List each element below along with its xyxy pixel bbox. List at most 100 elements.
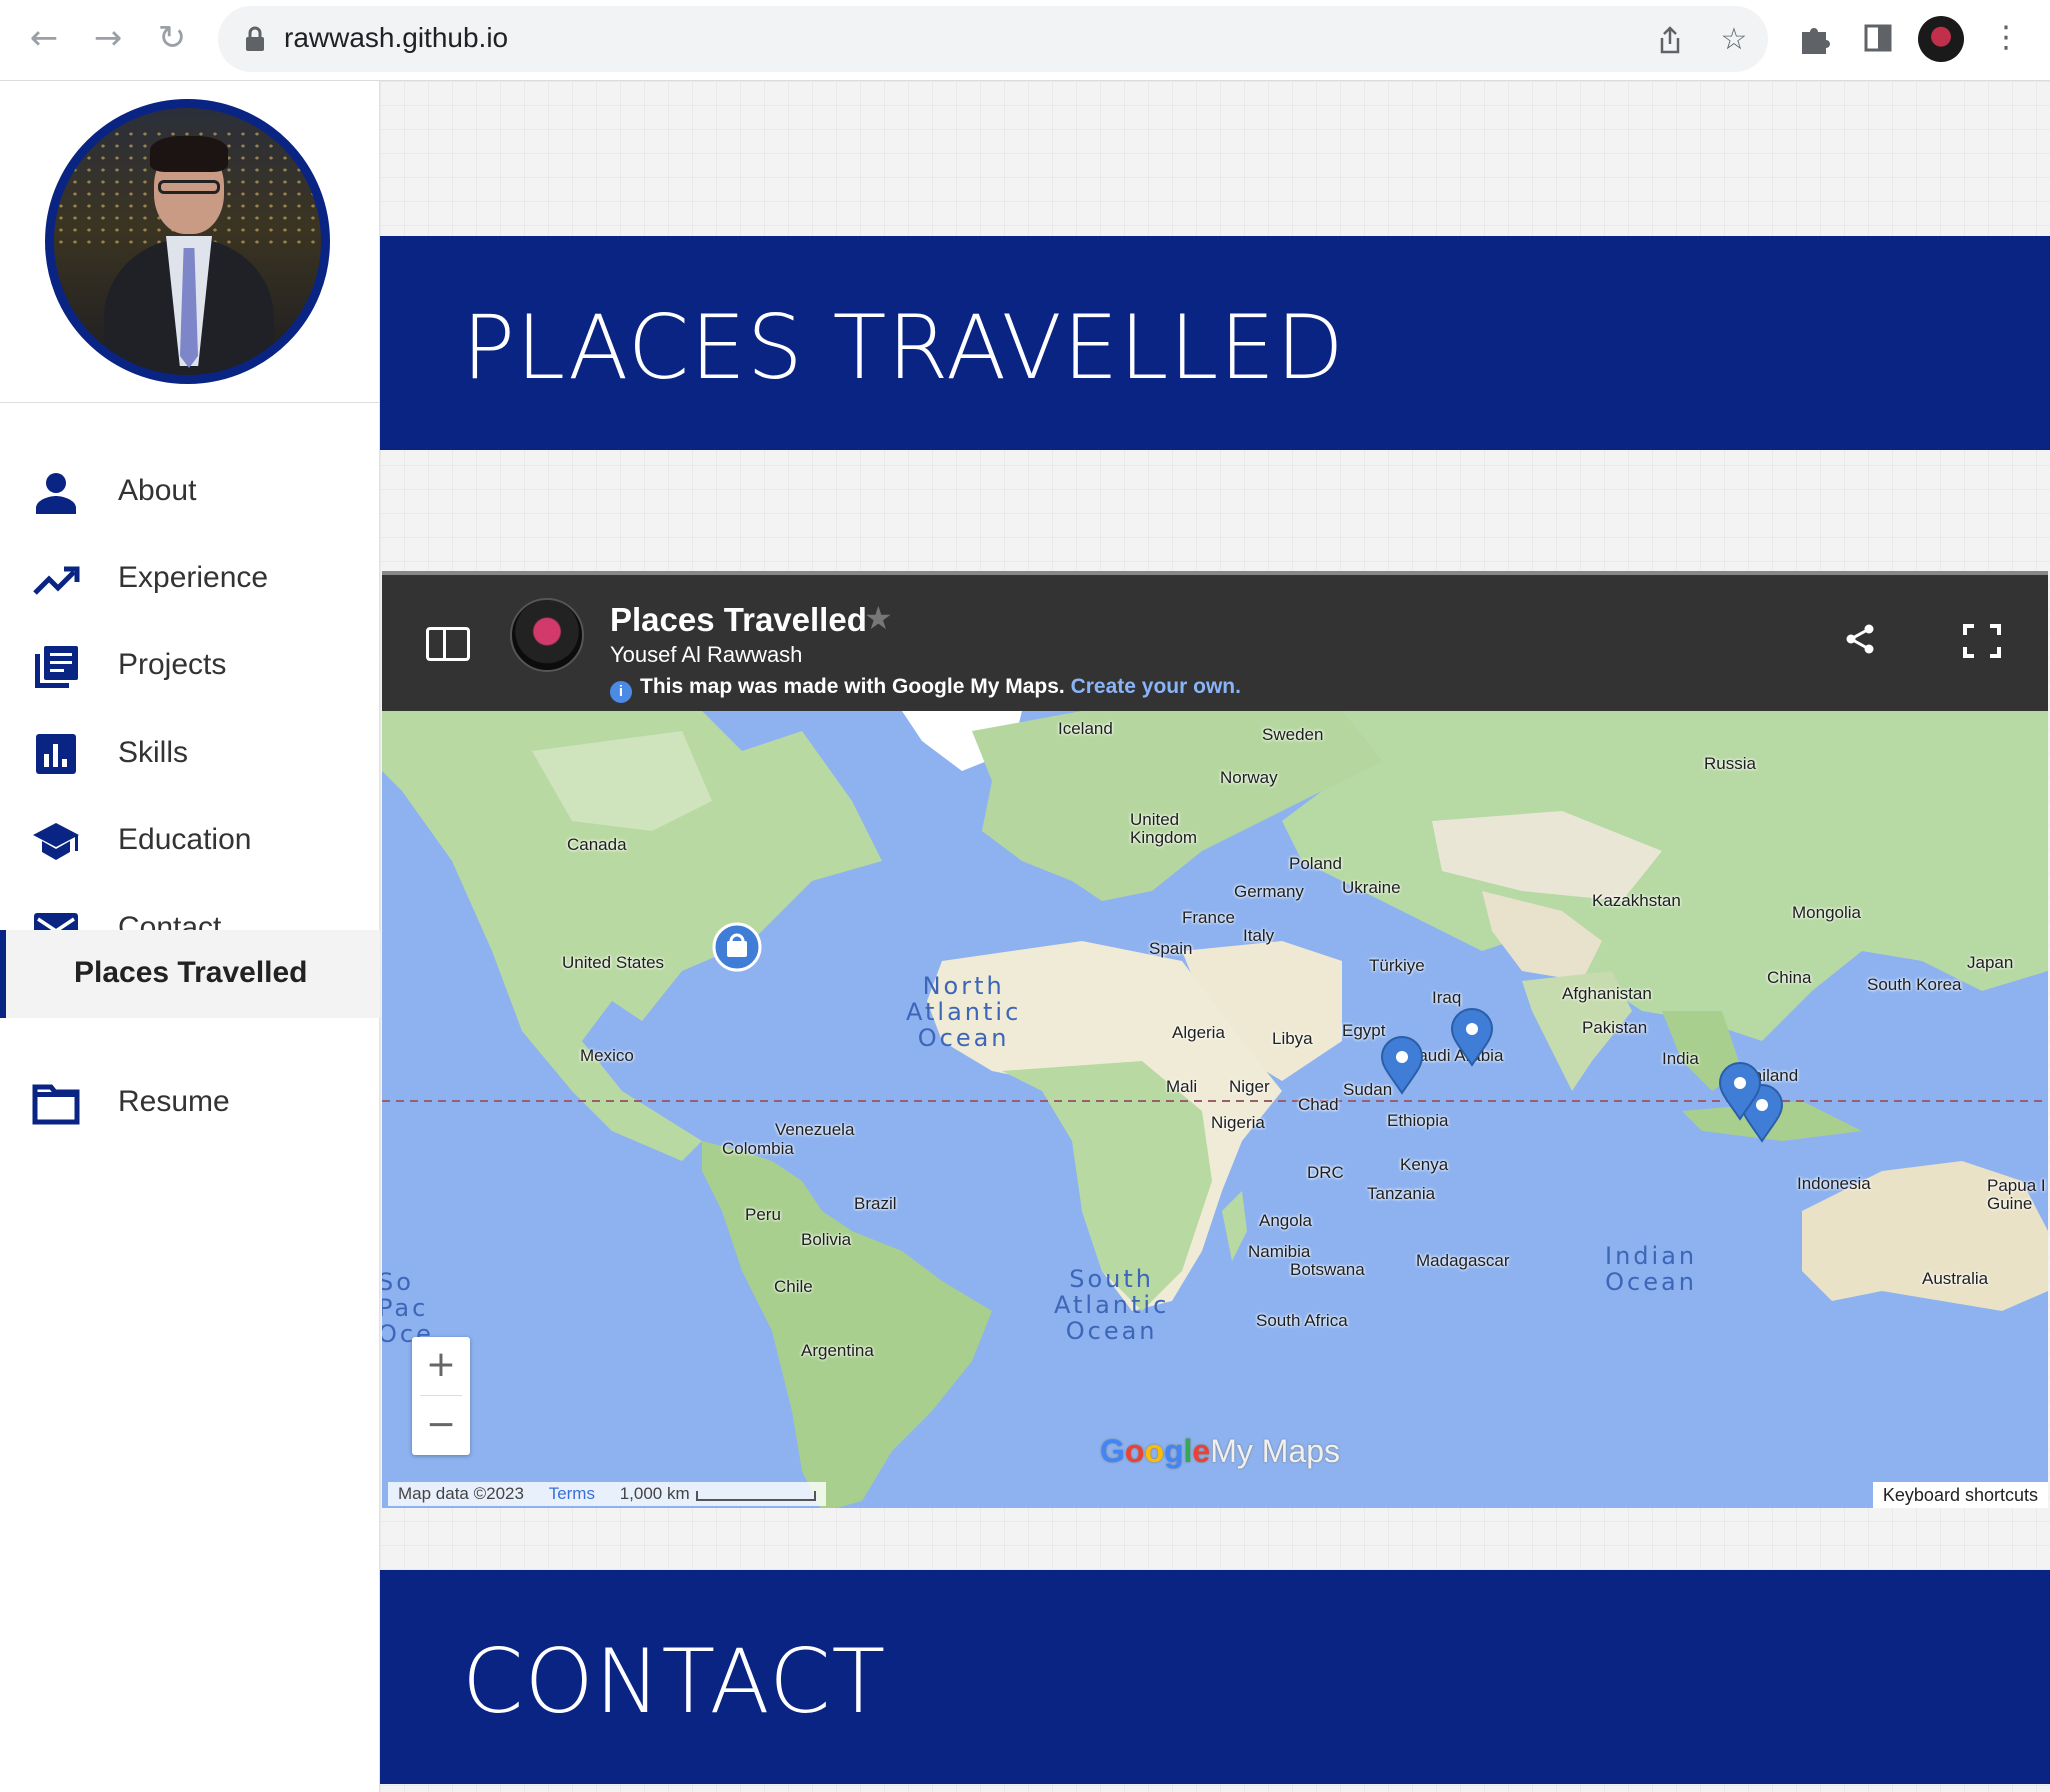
map-label: France [1182,908,1235,927]
keyboard-shortcuts-button[interactable]: Keyboard shortcuts [1872,1482,2048,1508]
map-label: China [1767,968,1812,987]
map-label: India [1662,1049,1699,1068]
map-label: Spain [1149,939,1193,958]
ocean-label: North Atlantic Ocean [906,972,1022,1052]
sidebar-item-education[interactable]: Education [0,801,380,883]
sidepanel-icon[interactable] [1858,18,1898,58]
star-icon[interactable]: ★ [864,599,893,637]
map-label: Norway [1220,768,1278,787]
map-label: Egypt [1342,1021,1386,1040]
home-pin-icon[interactable] [711,921,763,973]
scale-label: 1,000 km [619,1484,690,1503]
sidebar: About Experience Projects Skills Educati… [0,81,380,1792]
map-pin-icon[interactable] [1718,1061,1762,1121]
map-label: Japan [1967,953,2014,972]
map-label: Canada [567,835,627,854]
map-label: Mongolia [1792,903,1861,922]
legend-toggle-icon[interactable] [426,627,470,661]
folder-icon [32,1084,80,1125]
terms-link[interactable]: Terms [549,1484,595,1503]
sidebar-item-label: Skills [118,736,189,769]
map-label: Angola [1259,1211,1312,1230]
contact-banner: CONTACT [380,1570,2050,1784]
scale-bar [695,1491,816,1501]
sidebar-item-about[interactable]: About [0,452,380,534]
zoom-control: + − [412,1337,470,1455]
map-label: Botswana [1290,1260,1365,1279]
map-label: Mexico [580,1046,634,1065]
map-label: Brazil [854,1194,897,1213]
graduation-cap-icon [33,823,79,860]
sidebar-item-label: About [118,474,197,507]
forward-icon[interactable]: → [88,18,128,58]
map-label: Iraq [1432,988,1462,1007]
map-canvas[interactable]: Iceland Sweden Russia Norway United King… [382,711,2048,1508]
ocean-label: So Pac Oce [382,1268,434,1348]
share-icon[interactable] [1842,621,1878,657]
bar-chart-icon [36,734,76,774]
map-label: South Africa [1256,1311,1348,1330]
map-label: Papua I Guine [1987,1176,2046,1213]
map-header: Places Travelled ★ Yousef Al Rawwash i Th… [382,575,2048,711]
map-label: South Korea [1867,975,1962,994]
map-label: DRC [1307,1163,1344,1182]
reload-icon[interactable]: ↻ [152,18,192,58]
browser-toolbar: ← → ↻ rawwash.github.io ☆ ⋮ [0,0,2050,81]
zoom-out-button[interactable]: − [412,1397,470,1455]
map-label: Afghanistan [1562,984,1652,1003]
map-label: Madagascar [1416,1251,1510,1270]
sidebar-item-label: Resume [118,1085,230,1118]
person-icon [36,473,76,514]
trending-up-icon [33,566,80,595]
sidebar-item-places-travelled[interactable]: Places Travelled [0,930,380,1018]
map-label: Tanzania [1367,1184,1436,1203]
sidebar-item-label: Experience [118,561,269,594]
sidebar-item-skills[interactable]: Skills [0,714,380,796]
bookmark-star-icon[interactable]: ☆ [1718,24,1750,56]
map-label: Chad [1298,1095,1339,1114]
map-label: Poland [1289,854,1342,873]
map-pin-icon[interactable] [1380,1035,1424,1095]
map-label: Russia [1704,754,1756,773]
fullscreen-icon[interactable] [1962,623,2002,659]
map-label: Sweden [1262,725,1324,744]
section-title: CONTACT [462,1630,887,1733]
share-icon[interactable] [1654,24,1686,56]
create-your-own-link[interactable]: Create your own. [1071,675,1241,698]
more-icon[interactable]: ⋮ [1986,18,2026,58]
info-icon: i [610,681,632,703]
google-my-maps-logo: GoogleMy Maps [1100,1433,1341,1469]
map-note-text: This map was made with Google My Maps. [640,675,1065,698]
extensions-icon[interactable] [1794,18,1834,58]
map-label: Germany [1234,882,1304,901]
map-label: Colombia [722,1139,794,1158]
map-pin-icon[interactable] [1450,1007,1494,1067]
map-label: Kazakhstan [1592,891,1681,910]
address-bar[interactable]: rawwash.github.io ☆ [218,6,1768,72]
map-label: Nigeria [1211,1113,1265,1132]
url-text: rawwash.github.io [284,22,509,53]
map-label: Iceland [1058,719,1113,738]
map-label: Ukraine [1342,878,1401,897]
main-content: PLACES TRAVELLED Places Travelled ★ Yous… [380,81,2050,1792]
back-icon[interactable]: ← [24,18,64,58]
map-label: Bolivia [801,1230,852,1249]
profile-avatar[interactable] [1918,16,1964,62]
ocean-label: Indian Ocean [1605,1242,1698,1296]
sidebar-item-experience[interactable]: Experience [0,539,380,621]
sidebar-item-label: Education [118,823,252,856]
map-label: Indonesia [1797,1174,1871,1193]
sidebar-divider [0,402,380,403]
author-avatar [510,598,584,672]
sidebar-item-projects[interactable]: Projects [0,626,380,708]
map-author: Yousef Al Rawwash [610,642,803,667]
map-embed[interactable]: Places Travelled ★ Yousef Al Rawwash i Th… [382,571,2048,1508]
profile-photo [45,99,330,384]
sidebar-item-resume[interactable]: Resume [0,1063,380,1145]
map-label: Algeria [1172,1023,1225,1042]
page-title: PLACES TRAVELLED [462,296,1345,399]
ocean-label: South Atlantic Ocean [1054,1265,1170,1345]
zoom-in-button[interactable]: + [412,1337,470,1395]
map-label: Pakistan [1582,1018,1648,1037]
map-title: Places Travelled [610,601,867,638]
